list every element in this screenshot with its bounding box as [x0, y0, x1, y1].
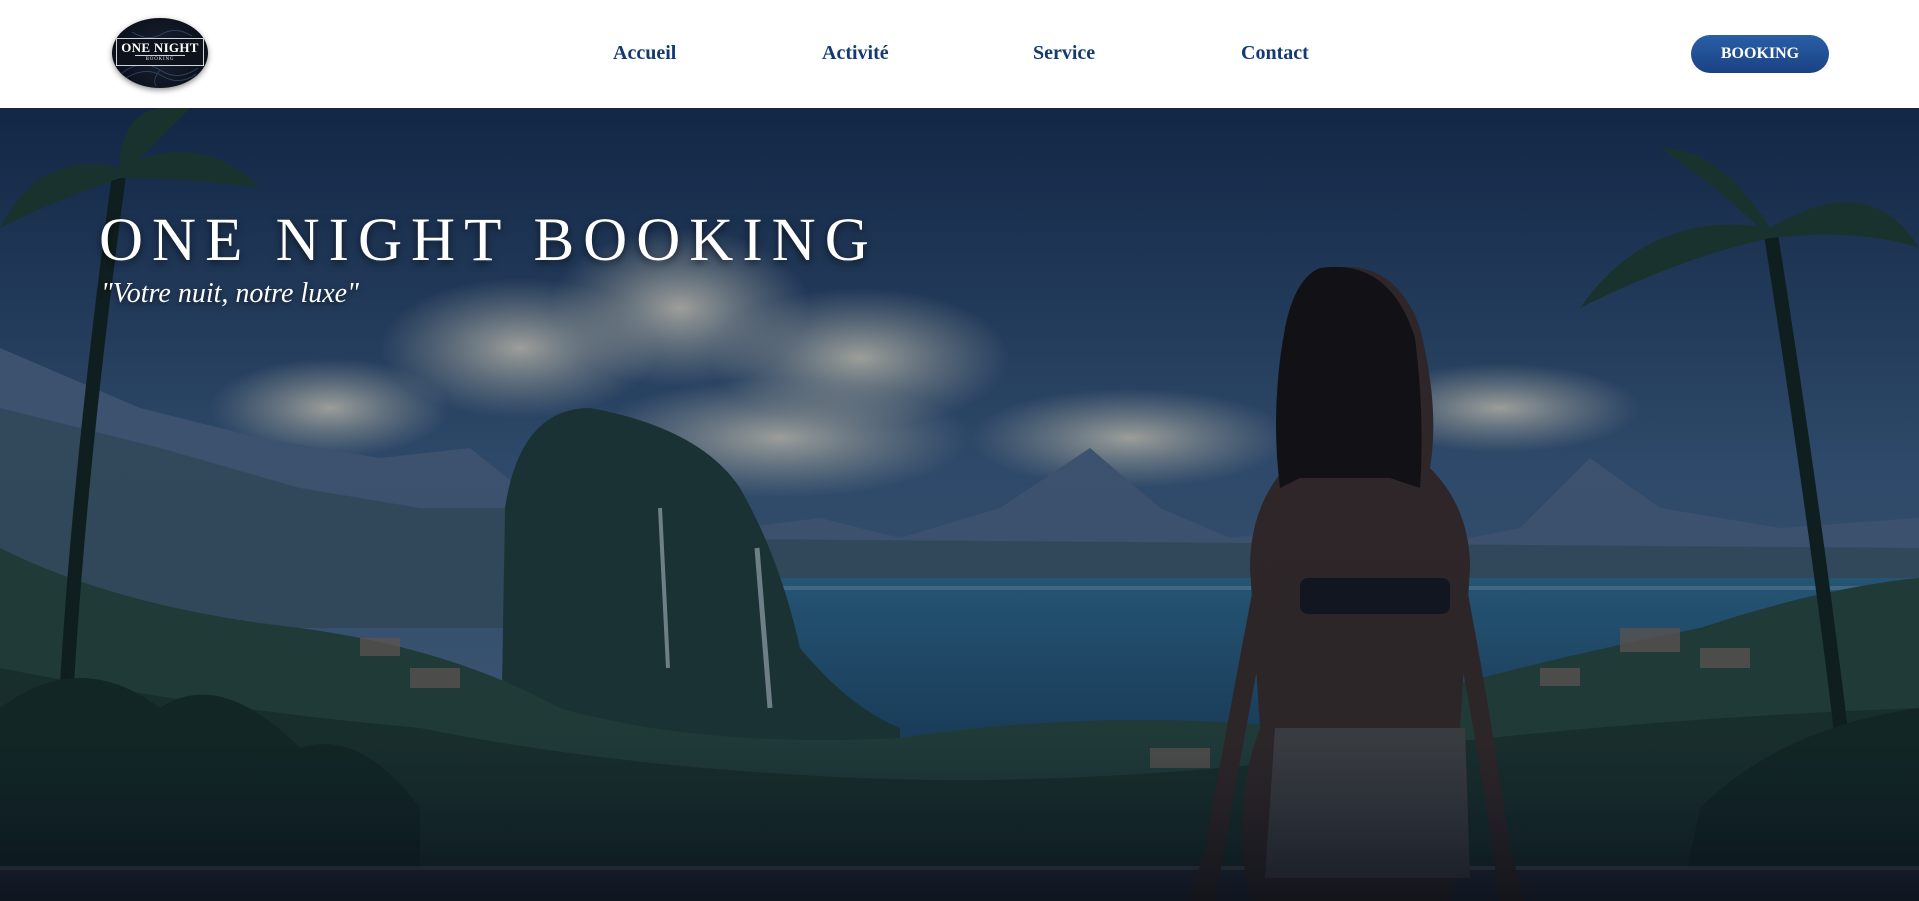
hero-section: ONE NIGHT BOOKING "Votre nuit, notre lux… — [0, 108, 1919, 901]
hero-tagline: "Votre nuit, notre luxe" — [101, 278, 359, 309]
nav-link-service[interactable]: Service — [1033, 42, 1095, 65]
hero-title: ONE NIGHT BOOKING — [99, 207, 878, 274]
site-logo[interactable]: ONE NIGHT BOOKING — [112, 18, 208, 88]
booking-button[interactable]: BOOKING — [1691, 35, 1829, 73]
nav-link-accueil[interactable]: Accueil — [613, 42, 676, 65]
site-header: ONE NIGHT BOOKING Accueil Activité Servi… — [0, 0, 1919, 108]
nav-link-activite[interactable]: Activité — [822, 42, 889, 65]
logo-title: ONE NIGHT — [121, 40, 199, 55]
logo-plate: ONE NIGHT BOOKING — [116, 38, 204, 66]
nav-link-contact[interactable]: Contact — [1241, 42, 1309, 65]
logo-subtitle: BOOKING — [135, 55, 185, 63]
